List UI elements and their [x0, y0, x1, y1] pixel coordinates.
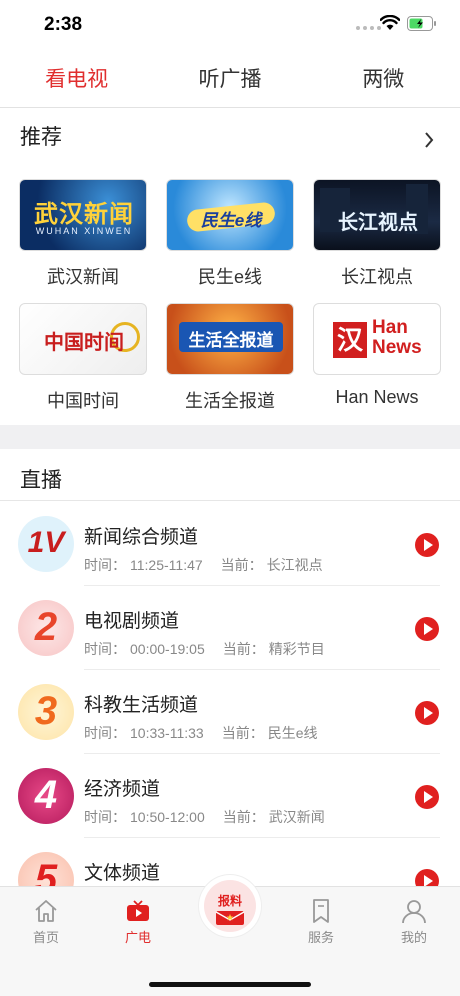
battery-icon	[407, 16, 436, 31]
channel-schedule: 时间： 11:25-11:47 当前： 长江视点	[84, 557, 323, 573]
recommend-item-label: 生活全报道	[185, 391, 275, 411]
signal-dots-icon	[356, 26, 381, 30]
envelope-icon	[215, 911, 245, 925]
play-button[interactable]	[415, 701, 439, 725]
status-time: 2:38	[44, 14, 83, 35]
program-thumbnail: 中国时间	[19, 303, 147, 375]
nav-item-broadcast[interactable]: 广电	[108, 897, 168, 946]
home-icon	[35, 900, 57, 922]
nav-label: 我的	[400, 930, 427, 945]
play-button[interactable]	[415, 617, 439, 641]
thumbnail-title: 民生e线	[200, 211, 262, 230]
thumbnail-title: 长江视点	[338, 212, 418, 234]
thumbnail-title: 中国时间	[44, 332, 124, 354]
nav-label: 首页	[32, 930, 59, 945]
channel-name: 科教生活频道	[84, 695, 199, 716]
play-button[interactable]	[415, 533, 439, 557]
live-channel-row[interactable]: 3 科教生活频道 时间： 10:33-11:33 当前： 民生e线	[0, 670, 460, 754]
live-title: 直播	[20, 469, 62, 492]
tab-weibo-wechat[interactable]: 两微	[307, 58, 460, 102]
chevron-right-icon[interactable]	[424, 131, 434, 149]
channel-logo: 1V	[18, 516, 74, 572]
channel-schedule: 时间： 10:50-12:00 当前： 武汉新闻	[84, 809, 325, 825]
recommend-item-han-news[interactable]: 汉 Han News Han News	[313, 303, 441, 408]
recommend-item-label: Han News	[335, 387, 419, 407]
recommend-item-wuhan-news[interactable]: 武汉新闻 WUHAN XINWEN 武汉新闻	[19, 179, 147, 289]
thumbnail-title: 武汉新闻	[34, 201, 134, 228]
home-indicator	[149, 982, 311, 987]
tabs-divider	[0, 107, 460, 108]
han-logo-text-han: Han	[372, 317, 408, 338]
recommend-item-minsheng-eline[interactable]: 民生e线 民生e线	[166, 179, 294, 289]
recommend-item-label: 民生e线	[197, 267, 262, 287]
han-logo-text-news: News	[372, 337, 422, 358]
nav-item-service[interactable]: 服务	[291, 897, 351, 946]
recommend-item-label: 武汉新闻	[47, 267, 119, 287]
recommend-item-label: 中国时间	[47, 391, 119, 411]
channel-name: 新闻综合频道	[84, 527, 199, 548]
channel-schedule: 时间： 10:33-11:33 当前： 民生e线	[84, 725, 318, 741]
program-thumbnail: 长江视点	[313, 179, 441, 251]
recommend-item-changjiang-view[interactable]: 长江视点 长江视点	[313, 179, 441, 289]
report-label: 报料	[217, 894, 242, 908]
channel-logo: 2	[18, 600, 74, 656]
recommend-title: 推荐	[20, 126, 62, 149]
recommend-item-life-report[interactable]: 生活全报道 生活全报道	[166, 303, 294, 413]
nav-label: 服务	[307, 930, 334, 945]
channel-name: 文体频道	[84, 863, 161, 884]
recommend-item-label: 长江视点	[341, 267, 413, 287]
program-thumbnail: 武汉新闻 WUHAN XINWEN	[19, 179, 147, 251]
channel-logo: 4	[18, 768, 74, 824]
live-channel-row[interactable]: 2 电视剧频道 时间： 00:00-19:05 当前： 精彩节目	[0, 586, 460, 670]
user-icon	[402, 900, 426, 924]
han-logo-mark: 汉	[333, 322, 367, 358]
program-thumbnail: 生活全报道	[166, 303, 294, 375]
tv-icon	[127, 900, 149, 921]
bookmark-icon	[313, 899, 329, 923]
wifi-icon	[380, 15, 400, 30]
program-thumbnail: 汉 Han News	[313, 303, 441, 375]
live-channel-row[interactable]: 1V 新闻综合频道 时间： 11:25-11:47 当前： 长江视点	[0, 502, 460, 586]
channel-logo: 3	[18, 684, 74, 740]
section-separator	[0, 425, 460, 449]
live-divider	[0, 500, 460, 501]
program-thumbnail: 民生e线	[166, 179, 294, 251]
status-bar: 2:38	[0, 0, 460, 50]
channel-name: 电视剧频道	[84, 611, 180, 632]
nav-item-home[interactable]: 首页	[16, 897, 76, 946]
tab-listen-radio[interactable]: 听广播	[153, 58, 306, 102]
thumbnail-title: 生活全报道	[188, 331, 274, 350]
recommend-item-china-time[interactable]: 中国时间 中国时间	[19, 303, 147, 413]
tab-watch-tv[interactable]: 看电视	[0, 58, 153, 102]
play-button[interactable]	[415, 785, 439, 809]
nav-item-mine[interactable]: 我的	[384, 897, 444, 946]
channel-name: 经济频道	[84, 779, 161, 800]
report-button[interactable]: 报料	[199, 875, 261, 937]
channel-schedule: 时间： 00:00-19:05 当前： 精彩节目	[84, 641, 325, 657]
live-channel-row[interactable]: 4 经济频道 时间： 10:50-12:00 当前： 武汉新闻	[0, 754, 460, 838]
nav-label: 广电	[124, 930, 151, 945]
top-tabs: 看电视 听广播 两微	[0, 58, 460, 102]
thumbnail-subtitle: WUHAN XINWEN	[35, 226, 133, 236]
